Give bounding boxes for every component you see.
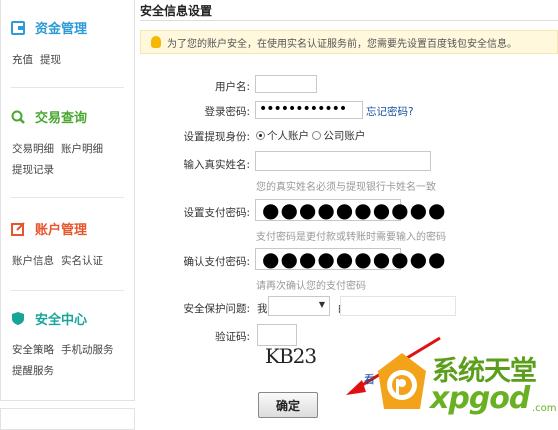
answer-field[interactable] xyxy=(340,296,456,316)
sidebar-link-account-info[interactable]: 账户信息 xyxy=(12,255,54,267)
username-label: 用户名: xyxy=(214,81,250,93)
paypwd-label: 设置支付密码: xyxy=(183,207,250,219)
sidebar-links: 安全策略 手机动服务 提醒服务 xyxy=(12,340,121,382)
password-label: 登录密码: xyxy=(204,106,250,118)
radio-personal-label[interactable]: 个人账户 xyxy=(267,130,309,142)
sidebar-link-realname[interactable]: 实名认证 xyxy=(61,255,103,267)
radio-personal[interactable] xyxy=(256,131,265,140)
sidebar-section-title: 资金管理 xyxy=(35,22,88,37)
username-field[interactable] xyxy=(255,75,317,93)
watermark-domain: .com xyxy=(532,403,557,414)
identity-label: 设置提现身份: xyxy=(183,131,250,143)
password-mask: •••••••••••• xyxy=(259,101,347,117)
page-title: 安全信息设置 xyxy=(140,4,213,18)
identity-radio-group: 个人账户 公司账户 xyxy=(256,128,365,143)
paypwd-mask: ●●●●●●●●●● xyxy=(262,198,447,222)
sidebar-link-account-detail[interactable]: 账户明细 xyxy=(61,143,103,155)
sidebar-links: 交易明细 账户明细 提现记录 xyxy=(12,139,110,181)
captcha-field[interactable] xyxy=(257,324,297,346)
submit-button[interactable]: 确定 xyxy=(258,392,318,418)
divider xyxy=(140,20,558,21)
question-prefix: 我 xyxy=(257,303,268,315)
captcha-label: 验证码: xyxy=(214,331,250,343)
lightbulb-icon xyxy=(151,36,161,48)
sidebar-link-recharge[interactable]: 充值 xyxy=(12,54,33,66)
sidebar-link-phone-service[interactable]: 手机动服务 xyxy=(61,344,114,356)
sidebar-link-withdraw-record[interactable]: 提现记录 xyxy=(12,164,54,176)
divider xyxy=(11,87,124,88)
shield-icon xyxy=(12,312,24,325)
realname-hint: 您的真实姓名必须与提现银行卡姓名一致 xyxy=(256,182,436,193)
captcha-image[interactable]: KB23 xyxy=(265,344,317,368)
chevron-down-icon: ▼ xyxy=(318,300,325,309)
sidebar-section-funds[interactable]: 资金管理 xyxy=(11,18,87,37)
watermark: 看 系统天堂 xpgod .com xyxy=(364,343,558,426)
sidebar-next-panel xyxy=(0,408,135,430)
divider xyxy=(11,197,124,198)
watermark-brand: xpgod xyxy=(430,381,530,416)
sidebar: 资金管理 充值 提现 交易查询 交易明细 账户明细 提现记录 账户管理 账户信息 实名… xyxy=(0,0,135,401)
realname-label: 输入真实姓名: xyxy=(183,159,250,171)
confirm-paypwd-label: 确认支付密码: xyxy=(183,256,250,268)
question-select[interactable]: ▼ xyxy=(268,296,330,316)
sidebar-section-security[interactable]: 安全中心 xyxy=(11,309,87,328)
sidebar-links: 账户信息 实名认证 xyxy=(12,251,110,272)
notice-banner: 为了您的账户安全，在使用实名认证服务前，您需要先设置百度钱包安全信息。 xyxy=(140,30,558,54)
paypwd-hint: 支付密码是更付款或转账时需要输入的密码 xyxy=(256,232,446,243)
sidebar-link-security-policy[interactable]: 安全策略 xyxy=(12,344,54,356)
sidebar-section-title: 交易查询 xyxy=(35,111,88,126)
sidebar-link-trade-detail[interactable]: 交易明细 xyxy=(12,143,54,155)
sidebar-section-account[interactable]: 账户管理 xyxy=(11,219,87,238)
radio-company-label[interactable]: 公司账户 xyxy=(323,130,365,142)
sidebar-section-title: 账户管理 xyxy=(35,223,88,238)
wallet-icon xyxy=(11,20,25,35)
sidebar-link-reminder[interactable]: 提醒服务 xyxy=(12,365,54,377)
xpgod-logo-icon xyxy=(378,353,426,409)
confirm-paypwd-hint: 请再次确认您的支付密码 xyxy=(256,281,366,292)
radio-company[interactable] xyxy=(312,131,322,140)
confirm-paypwd-mask: ●●●●●●●●●● xyxy=(262,247,447,271)
search-icon xyxy=(11,110,25,124)
sidebar-links: 充值 提现 xyxy=(12,50,68,71)
forgot-password-link[interactable]: 忘记密码? xyxy=(366,104,414,119)
question-label: 安全保护问题: xyxy=(183,303,250,315)
sidebar-section-transactions[interactable]: 交易查询 xyxy=(11,107,87,126)
edit-icon xyxy=(11,221,25,236)
notice-text: 为了您的账户安全，在使用实名认证服务前，您需要先设置百度钱包安全信息。 xyxy=(167,38,517,50)
sidebar-section-title: 安全中心 xyxy=(35,313,88,328)
realname-field[interactable] xyxy=(255,151,431,171)
divider xyxy=(11,290,124,291)
sidebar-link-withdraw[interactable]: 提现 xyxy=(40,54,61,66)
